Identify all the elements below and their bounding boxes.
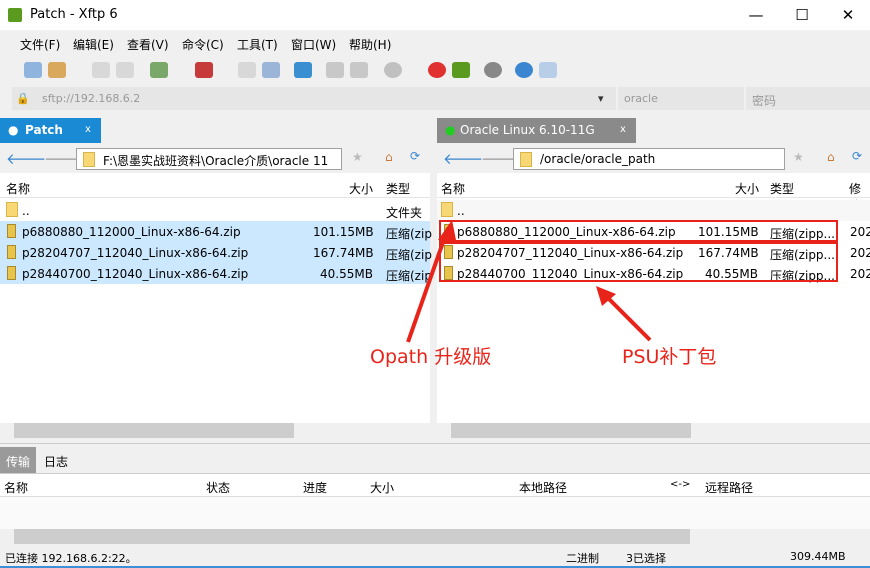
selection-size: 309.44MB xyxy=(790,550,846,563)
psu-annotation: PSU补丁包 xyxy=(622,346,717,368)
transfer-header: 名称 状态 进度 大小 本地路径 <-> 远程路径 xyxy=(0,473,870,497)
transfer-mode[interactable]: 二进制 xyxy=(566,550,599,566)
opatch-arrow xyxy=(406,227,450,343)
tab-log[interactable]: 日志 xyxy=(44,453,68,470)
opatch-annotation: Opath 升级版 xyxy=(370,346,492,368)
transfer-panel: 传输 日志 名称 状态 进度 大小 本地路径 <-> 远程路径 xyxy=(0,443,870,545)
status-bar: 已连接 192.168.6.2:22。 二进制 3已选择 309.44MB xyxy=(0,545,870,568)
connection-status: 已连接 192.168.6.2:22。 xyxy=(5,552,137,565)
selection-count: 3已选择 xyxy=(626,552,666,565)
transfer-scrollbar[interactable] xyxy=(0,529,870,544)
tab-transfer[interactable]: 传输 xyxy=(0,447,36,473)
psu-arrow xyxy=(604,294,652,342)
transfer-list xyxy=(0,497,870,529)
